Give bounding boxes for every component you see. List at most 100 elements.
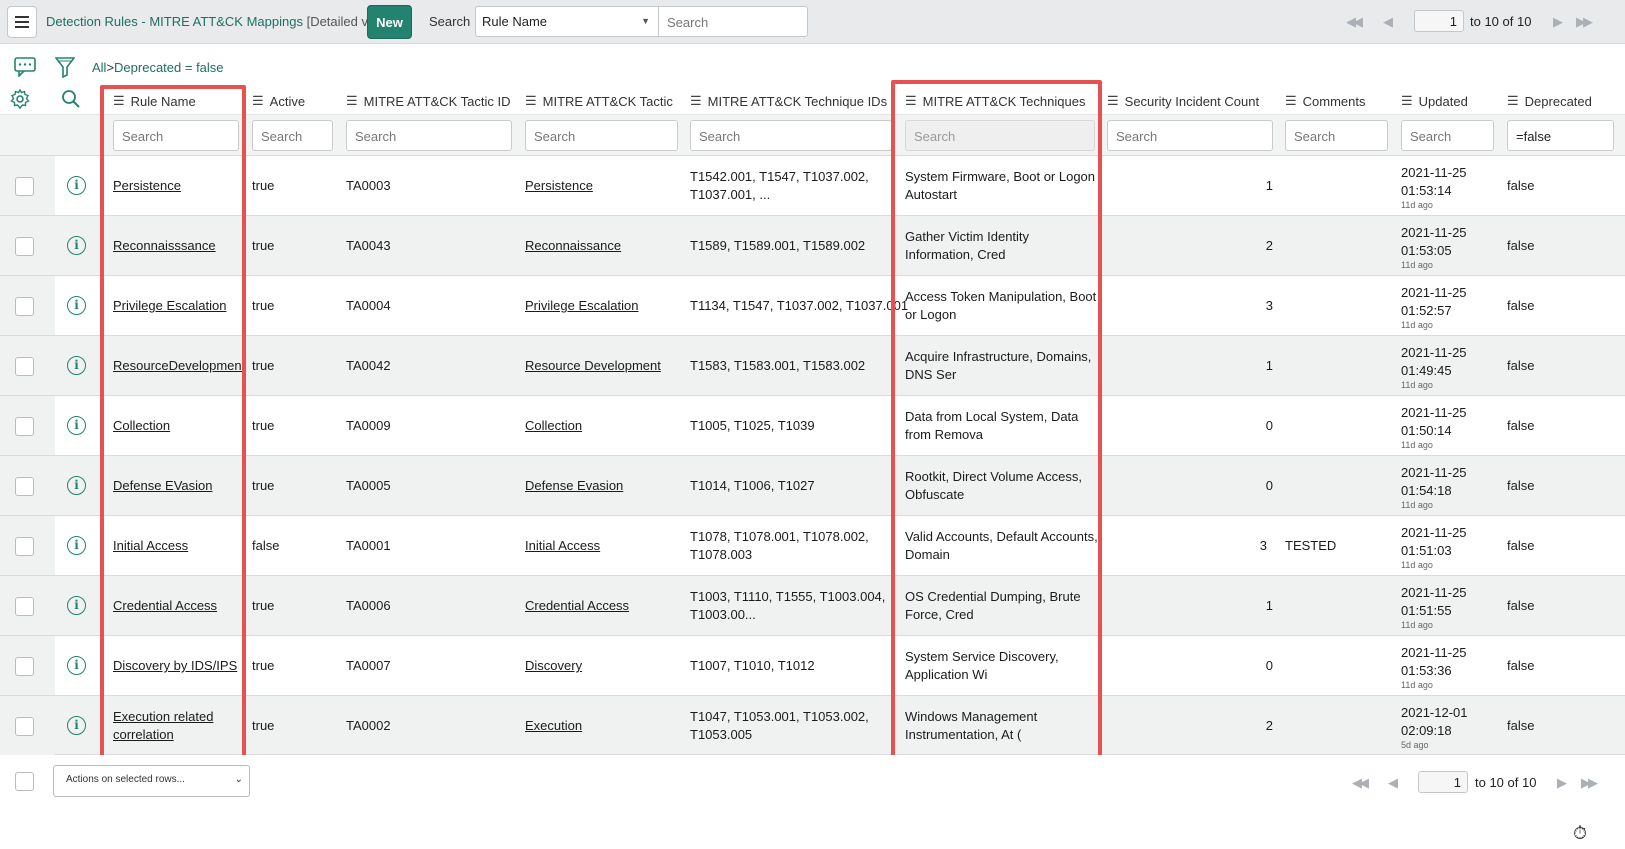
tactic-link[interactable]: Execution xyxy=(525,717,582,735)
info-icon[interactable]: i xyxy=(67,176,86,195)
tactic-link[interactable]: Credential Access xyxy=(525,597,629,615)
column-header-comments[interactable]: ☰ Comments xyxy=(1285,88,1366,114)
column-header-rule-name[interactable]: ☰ Rule Name xyxy=(113,88,196,114)
list-title-text[interactable]: Detection Rules - MITRE ATT&CK Mappings xyxy=(46,14,303,29)
tactic-link[interactable]: Discovery xyxy=(525,657,582,675)
row-checkbox[interactable] xyxy=(15,237,34,256)
filter-input-comments[interactable]: Search xyxy=(1285,120,1388,151)
tactic-link[interactable]: Persistence xyxy=(525,177,593,195)
column-menu-icon[interactable]: ☰ xyxy=(905,93,917,109)
breadcrumb-filter[interactable]: Deprecated = false xyxy=(114,60,223,75)
previous-page-icon[interactable]: ◀ xyxy=(1388,775,1398,791)
info-icon[interactable]: i xyxy=(67,476,86,495)
info-icon[interactable]: i xyxy=(67,656,86,675)
filter-input-active[interactable]: Search xyxy=(252,120,333,151)
column-label[interactable]: Deprecated xyxy=(1525,94,1592,109)
row-checkbox[interactable] xyxy=(15,597,34,616)
info-icon[interactable]: i xyxy=(67,536,86,555)
column-label[interactable]: Security Incident Count xyxy=(1125,94,1259,109)
column-menu-icon[interactable]: ☰ xyxy=(1401,93,1413,109)
column-label[interactable]: Updated xyxy=(1419,94,1468,109)
row-checkbox[interactable] xyxy=(15,417,34,436)
tactic-link[interactable]: Reconnaissance xyxy=(525,237,621,255)
row-checkbox[interactable] xyxy=(15,537,34,556)
column-label[interactable]: Comments xyxy=(1303,94,1366,109)
rule-name-link[interactable]: Initial Access xyxy=(113,537,188,555)
tactic-link[interactable]: Defense Evasion xyxy=(525,477,623,495)
activity-stream-icon[interactable] xyxy=(14,57,36,80)
column-header-technique-ids[interactable]: ☰ MITRE ATT&CK Technique IDs xyxy=(690,88,887,114)
rule-name-link[interactable]: Defense EVasion xyxy=(113,477,213,495)
rule-name-link[interactable]: Persistence xyxy=(113,177,181,195)
next-page-icon[interactable]: ▶ xyxy=(1557,775,1567,791)
info-icon[interactable]: i xyxy=(67,296,86,315)
first-page-icon[interactable]: ◀◀ xyxy=(1352,775,1369,791)
column-header-deprecated[interactable]: ☰ Deprecated xyxy=(1507,88,1592,114)
column-label[interactable]: MITRE ATT&CK Tactic xyxy=(543,94,673,109)
row-checkbox[interactable] xyxy=(15,297,34,316)
tactic-link[interactable]: Collection xyxy=(525,417,582,435)
tactic-link[interactable]: Privilege Escalation xyxy=(525,297,638,315)
actions-select[interactable]: Actions on selected rows... ⌄ xyxy=(53,765,250,797)
rule-name-link[interactable]: Privilege Escalation xyxy=(113,297,226,315)
column-menu-icon[interactable]: ☰ xyxy=(690,93,702,109)
filter-input-tactic[interactable]: Search xyxy=(525,120,678,151)
last-page-icon[interactable]: ▶▶ xyxy=(1581,775,1598,791)
rule-name-link[interactable]: Reconnaisssance xyxy=(113,237,216,255)
column-header-tactic[interactable]: ☰ MITRE ATT&CK Tactic xyxy=(525,88,673,114)
next-page-icon[interactable]: ▶ xyxy=(1553,14,1563,30)
info-icon[interactable]: i xyxy=(67,236,86,255)
column-label[interactable]: Active xyxy=(270,94,305,109)
hamburger-menu-button[interactable] xyxy=(7,6,37,38)
filter-input-updated[interactable]: Search xyxy=(1401,120,1494,151)
row-checkbox[interactable] xyxy=(15,177,34,196)
column-header-updated[interactable]: ☰ Updated xyxy=(1401,88,1468,114)
filter-input-technique-ids[interactable]: Search xyxy=(690,120,892,151)
row-checkbox[interactable] xyxy=(15,477,34,496)
column-menu-icon[interactable]: ☰ xyxy=(1507,93,1519,109)
select-all-checkbox[interactable] xyxy=(15,772,34,791)
info-icon[interactable]: i xyxy=(67,416,86,435)
tactic-link[interactable]: Resource Development xyxy=(525,357,661,375)
column-header-active[interactable]: ☰ Active xyxy=(252,88,305,114)
column-header-incident-count[interactable]: ☰ Security Incident Count xyxy=(1107,88,1259,114)
search-icon[interactable] xyxy=(61,89,81,112)
info-icon[interactable]: i xyxy=(67,356,86,375)
search-field-select[interactable]: Rule Name ▼ xyxy=(475,6,659,37)
previous-page-icon[interactable]: ◀ xyxy=(1383,14,1393,30)
column-menu-icon[interactable]: ☰ xyxy=(525,93,537,109)
rule-name-link[interactable]: Collection xyxy=(113,417,170,435)
rule-name-link[interactable]: ResourceDevelopment xyxy=(113,357,245,375)
rule-name-link[interactable]: Discovery by IDS/IPS xyxy=(113,657,237,675)
column-menu-icon[interactable]: ☰ xyxy=(346,93,358,109)
row-checkbox[interactable] xyxy=(15,717,34,736)
rule-name-link[interactable]: Execution related correlation xyxy=(113,708,235,744)
filter-input-incident-count[interactable]: Search xyxy=(1107,120,1273,151)
filter-input-deprecated[interactable]: =false xyxy=(1507,120,1614,151)
rule-name-link[interactable]: Credential Access xyxy=(113,597,217,615)
last-page-icon[interactable]: ▶▶ xyxy=(1576,14,1593,30)
column-header-techniques[interactable]: ☰ MITRE ATT&CK Techniques xyxy=(905,88,1085,114)
column-menu-icon[interactable]: ☰ xyxy=(252,93,264,109)
search-input[interactable]: Search xyxy=(659,6,808,37)
first-page-icon[interactable]: ◀◀ xyxy=(1346,14,1363,30)
info-icon[interactable]: i xyxy=(67,716,86,735)
filter-input-rule-name[interactable]: Search xyxy=(113,120,239,151)
new-button[interactable]: New xyxy=(367,5,412,39)
tactic-link[interactable]: Initial Access xyxy=(525,537,600,555)
column-menu-icon[interactable]: ☰ xyxy=(113,93,125,109)
column-label[interactable]: MITRE ATT&CK Technique IDs xyxy=(708,94,887,109)
page-number-input[interactable]: 1 xyxy=(1418,771,1468,793)
row-checkbox[interactable] xyxy=(15,357,34,376)
filter-icon[interactable] xyxy=(54,56,76,81)
page-number-input[interactable]: 1 xyxy=(1414,10,1464,32)
list-title[interactable]: Detection Rules - MITRE ATT&CK Mappings … xyxy=(46,14,391,29)
column-label[interactable]: MITRE ATT&CK Tactic ID xyxy=(364,94,511,109)
column-header-tactic-id[interactable]: ☰ MITRE ATT&CK Tactic ID xyxy=(346,88,511,114)
gear-icon[interactable] xyxy=(10,88,30,112)
column-menu-icon[interactable]: ☰ xyxy=(1285,93,1297,109)
stopwatch-icon[interactable]: ⏱ xyxy=(1573,823,1587,844)
filter-input-tactic-id[interactable]: Search xyxy=(346,120,512,151)
column-label[interactable]: MITRE ATT&CK Techniques xyxy=(923,94,1086,109)
breadcrumb-all[interactable]: All xyxy=(92,60,106,75)
